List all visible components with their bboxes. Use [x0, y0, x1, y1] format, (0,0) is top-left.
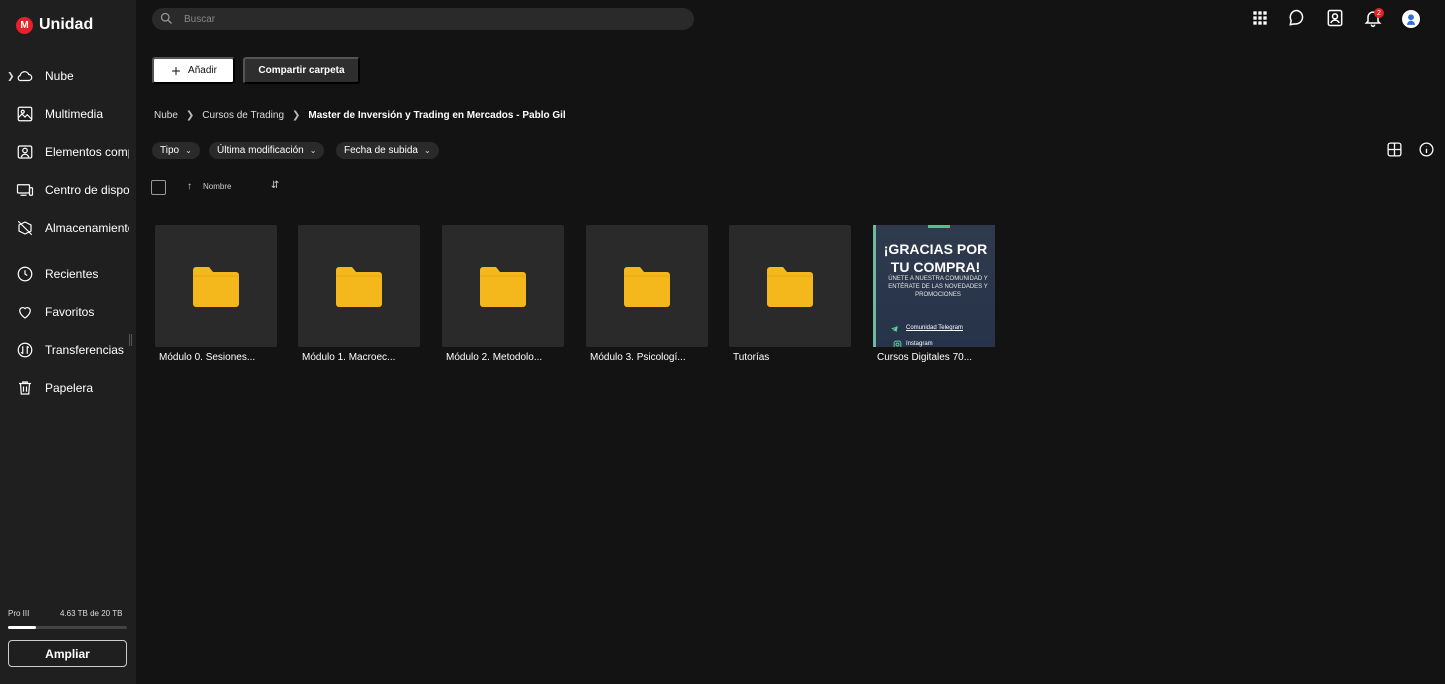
item-name[interactable]: Módulo 0. Sesiones... — [159, 352, 279, 363]
sidebar-item-label: Favoritos — [45, 305, 95, 319]
app-logo[interactable]: M Unidad — [16, 16, 93, 34]
filter-upload-date[interactable]: Fecha de subida ⌄ — [336, 142, 439, 159]
storage-progress-fill — [8, 626, 36, 629]
share-folder-button[interactable]: Compartir carpeta — [243, 57, 360, 84]
add-button-label: Añadir — [188, 65, 217, 76]
sidebar-resize-handle[interactable] — [129, 334, 132, 346]
chat-icon[interactable] — [1287, 8, 1307, 28]
chevron-right-icon: ❯ — [292, 109, 301, 121]
sidebar-item-papelera[interactable]: Papelera — [0, 373, 136, 403]
thumbnail-headline: ¡GRACIAS POR TU COMPRA! — [883, 241, 988, 275]
transfer-icon — [17, 342, 33, 358]
trash-icon — [19, 381, 31, 395]
breadcrumb-item[interactable]: Cursos de Trading — [202, 110, 284, 121]
app-title: Unidad — [39, 16, 94, 33]
filter-label: Tipo — [160, 145, 180, 156]
sidebar-item-label: Nube — [45, 69, 74, 83]
logo-badge-icon: M — [16, 16, 33, 34]
breadcrumb-item[interactable]: Nube — [154, 110, 178, 121]
sidebar-item-label: Almacenamiento — [45, 221, 129, 235]
sidebar-item-devices[interactable]: Centro de dispositivos — [0, 175, 136, 205]
folder-tile[interactable] — [155, 225, 277, 347]
select-all-checkbox[interactable] — [151, 180, 166, 195]
item-name[interactable]: Módulo 2. Metodolo... — [446, 352, 566, 363]
sidebar-item-label: Elementos compartidos — [45, 145, 129, 159]
filter-last-modified[interactable]: Última modificación ⌄ — [209, 142, 325, 159]
sidebar-item-label: Transferencias — [45, 343, 124, 357]
folder-icon — [767, 267, 813, 307]
cloud-icon — [17, 71, 33, 82]
chevron-right-icon[interactable]: ❯ — [7, 71, 15, 82]
contacts-icon[interactable] — [1325, 8, 1345, 28]
folder-icon — [624, 267, 670, 307]
storage-plan-label: Pro III — [8, 609, 30, 618]
thumbnail-link-telegram: Comunidad Telegram — [906, 325, 963, 331]
sidebar-item-shared[interactable]: Elementos compartidos — [0, 137, 136, 167]
search-icon — [160, 12, 172, 24]
sidebar-item-multimedia[interactable]: Multimedia — [0, 99, 136, 129]
breadcrumb: Nube ❯ Cursos de Trading ❯ Master de Inv… — [154, 108, 566, 122]
image-thumbnail[interactable]: ¡GRACIAS POR TU COMPRA! ÚNETE A NUESTRA … — [873, 225, 995, 347]
folder-icon — [193, 267, 239, 307]
sidebar-item-recientes[interactable]: Recientes — [0, 259, 136, 289]
thumbnail-subline: ÚNETE A NUESTRA COMUNIDAD Y ENTÉRATE DE … — [888, 276, 988, 298]
instagram-icon — [893, 340, 902, 347]
chevron-down-icon: ⌄ — [185, 146, 192, 155]
folder-tile[interactable] — [729, 225, 851, 347]
heart-icon — [19, 307, 31, 319]
thumbnail-decoration — [928, 225, 950, 228]
devices-icon — [16, 184, 34, 196]
search-input[interactable] — [184, 11, 684, 27]
apps-grid-icon[interactable] — [1250, 8, 1270, 28]
storage-off-icon — [17, 220, 33, 236]
avatar[interactable] — [1400, 8, 1422, 30]
folder-tile[interactable] — [442, 225, 564, 347]
image-icon — [17, 106, 33, 122]
sidebar-item-label: Multimedia — [45, 107, 104, 121]
folder-tile[interactable] — [298, 225, 420, 347]
sidebar-item-transferencias[interactable]: Transferencias — [0, 335, 136, 365]
storage-progress-bar — [8, 626, 127, 629]
grid-view-icon[interactable] — [1386, 141, 1403, 158]
notification-count-badge: 2 — [1374, 8, 1384, 18]
clock-icon — [17, 266, 33, 282]
item-name[interactable]: Módulo 1. Macroec... — [302, 352, 422, 363]
shared-icon — [17, 145, 33, 159]
sidebar-item-favoritos[interactable]: Favoritos — [0, 297, 136, 327]
sidebar-item-nube[interactable]: ❯ Nube — [0, 61, 136, 91]
filter-label: Fecha de subida — [344, 145, 418, 156]
item-name[interactable]: Módulo 3. Psicologí... — [590, 352, 710, 363]
telegram-icon — [891, 326, 898, 332]
item-name[interactable]: Cursos Digitales 70... — [877, 352, 997, 363]
upgrade-button[interactable]: Ampliar — [8, 640, 127, 667]
folder-icon — [336, 267, 382, 307]
sidebar-item-label: Papelera — [45, 381, 94, 395]
filter-label: Última modificación — [217, 145, 304, 156]
sort-toggle-icon[interactable]: ⇵ — [271, 180, 279, 191]
plus-icon — [172, 66, 181, 75]
sidebar-item-label: Recientes — [45, 267, 99, 281]
chevron-right-icon: ❯ — [185, 109, 195, 121]
folder-icon — [480, 267, 526, 307]
item-name[interactable]: Tutorías — [733, 352, 853, 363]
chevron-down-icon: ⌄ — [423, 146, 431, 155]
filter-type[interactable]: Tipo ⌄ — [152, 142, 200, 159]
breadcrumb-current: Master de Inversión y Trading en Mercado… — [308, 109, 566, 121]
thumbnail-link-instagram: Instagram — [906, 341, 933, 347]
sidebar: M Unidad ❯ Nube Multimedia Elementos com… — [0, 0, 136, 684]
chevron-down-icon: ⌄ — [309, 146, 317, 155]
storage-used-label: 4.63 TB de 20 TB — [60, 609, 123, 618]
sort-by-name[interactable]: Nombre — [203, 182, 231, 191]
sidebar-item-storage[interactable]: Almacenamiento — [0, 213, 136, 243]
folder-tile[interactable] — [586, 225, 708, 347]
arrow-up-icon[interactable]: ↑ — [187, 181, 192, 192]
user-avatar-icon — [1406, 14, 1416, 25]
sidebar-item-label: Centro de dispositivos — [45, 183, 129, 197]
add-button[interactable]: Añadir — [152, 57, 235, 84]
info-icon[interactable] — [1418, 141, 1435, 158]
search-bar[interactable] — [152, 8, 694, 30]
